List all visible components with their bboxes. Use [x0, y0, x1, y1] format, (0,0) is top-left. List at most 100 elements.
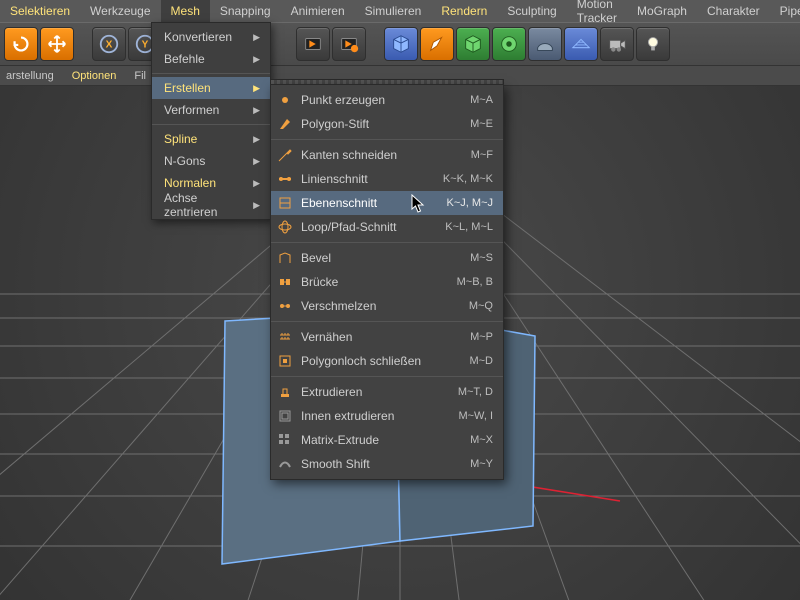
submenu-item-label: Loop/Pfad-Schnitt: [301, 220, 437, 234]
submenu-arrow-icon: ▶: [253, 54, 260, 65]
extrude-icon: [277, 384, 293, 400]
menu-snapping[interactable]: Snapping: [210, 0, 281, 22]
loopcut-icon: [277, 219, 293, 235]
submenu-arrow-icon: ▶: [253, 83, 260, 94]
shortcut-label: M~E: [470, 118, 493, 130]
submenu-arrow-icon: ▶: [253, 32, 260, 43]
menu-item-achse-zentrieren[interactable]: Achse zentrieren▶: [152, 194, 270, 216]
submenu-item-label: Bevel: [301, 251, 462, 265]
menu-charakter[interactable]: Charakter: [697, 0, 770, 22]
knife-icon: [277, 147, 293, 163]
submenu-item-label: Smooth Shift: [301, 457, 462, 471]
menu-separator: [271, 242, 503, 243]
matrix-icon: [277, 432, 293, 448]
menu-separator: [152, 73, 270, 74]
submenu-item-linienschnitt[interactable]: Linienschnitt K~K, M~K: [271, 167, 503, 191]
menu-item-n-gons[interactable]: N-Gons▶: [152, 150, 270, 172]
submenu-item-smooth-shift[interactable]: Smooth ShiftM~Y: [271, 452, 503, 476]
submenu-arrow-icon: ▶: [253, 105, 260, 116]
submenu-arrow-icon: ▶: [253, 200, 260, 211]
submenu-item-matrix-extrude[interactable]: Matrix-ExtrudeM~X: [271, 428, 503, 452]
environment-button[interactable]: [528, 27, 562, 61]
menu-animieren[interactable]: Animieren: [281, 0, 355, 22]
menu-item-label: Erstellen: [164, 81, 211, 95]
weld-icon: [277, 298, 293, 314]
submenu-item-loop-pfad-schnitt[interactable]: Loop/Pfad-Schnitt K~L, M~L: [271, 215, 503, 239]
floor-button[interactable]: [564, 27, 598, 61]
submenu-item-innen-extrudieren[interactable]: Innen extrudierenM~W, I: [271, 404, 503, 428]
light-button[interactable]: [636, 27, 670, 61]
submenu-item-polygonloch-schlie-en[interactable]: Polygonloch schließenM~D: [271, 349, 503, 373]
stitch-icon: [277, 329, 293, 345]
move-button[interactable]: [40, 27, 74, 61]
submenu-item-bevel[interactable]: Bevel M~S: [271, 246, 503, 270]
pen-tool-button[interactable]: [420, 27, 454, 61]
menu-mesh[interactable]: Mesh: [161, 0, 210, 22]
shortcut-label: M~X: [470, 434, 493, 446]
menu-motion tracker[interactable]: Motion Tracker: [567, 0, 627, 22]
shortcut-label: M~S: [470, 252, 493, 264]
menu-selektieren[interactable]: Selektieren: [0, 0, 80, 22]
menu-separator: [152, 124, 270, 125]
menu-item-label: N-Gons: [164, 154, 205, 168]
submenu-item-br-cke[interactable]: Brücke M~B, B: [271, 270, 503, 294]
shortcut-label: M~T, D: [458, 386, 493, 398]
menu-item-verformen[interactable]: Verformen▶: [152, 99, 270, 121]
menu-item-label: Normalen: [164, 176, 216, 190]
submenu-item-kanten-schneiden[interactable]: Kanten schneiden M~F: [271, 143, 503, 167]
shortcut-label: M~F: [471, 149, 493, 161]
optbar-optionen[interactable]: Optionen: [72, 70, 117, 82]
mesh-create-submenu: Punkt erzeugenM~A Polygon-Stift M~E Kanten …: [270, 84, 504, 480]
menu-item-befehle[interactable]: Befehle▶: [152, 48, 270, 70]
axis-x-button[interactable]: X: [92, 27, 126, 61]
render-settings-button[interactable]: [332, 27, 366, 61]
submenu-arrow-icon: ▶: [253, 134, 260, 145]
render-image-button[interactable]: [296, 27, 330, 61]
menu-pipe[interactable]: Pipe: [770, 0, 800, 22]
undo-button[interactable]: [4, 27, 38, 61]
shortcut-label: K~K, M~K: [443, 173, 493, 185]
menu-item-konvertieren[interactable]: Konvertieren ▶: [152, 26, 270, 48]
submenu-item-label: Verschmelzen: [301, 299, 461, 313]
shortcut-label: M~D: [469, 355, 493, 367]
submenu-item-punkt-erzeugen[interactable]: Punkt erzeugenM~A: [271, 88, 503, 112]
mesh-menu: Konvertieren▶Befehle▶Erstellen▶Verformen…: [151, 22, 271, 220]
inner-icon: [277, 408, 293, 424]
submenu-item-extrudieren[interactable]: ExtrudierenM~T, D: [271, 380, 503, 404]
submenu-item-label: Linienschnitt: [301, 172, 435, 186]
shortcut-label: M~P: [470, 331, 493, 343]
menu-item-label: Konvertieren: [164, 30, 232, 44]
closehole-icon: [277, 353, 293, 369]
menu-separator: [271, 376, 503, 377]
optbar-arstellung[interactable]: arstellung: [6, 70, 54, 82]
cube-primitive-button[interactable]: [384, 27, 418, 61]
camera-button[interactable]: [600, 27, 634, 61]
shortcut-label: K~L, M~L: [445, 221, 493, 233]
submenu-arrow-icon: ▶: [253, 178, 260, 189]
menu-item-spline[interactable]: Spline▶: [152, 128, 270, 150]
shortcut-label: K~J, M~J: [447, 197, 493, 209]
deformer-button[interactable]: [492, 27, 526, 61]
submenu-item-label: Kanten schneiden: [301, 148, 463, 162]
menu-sculpting[interactable]: Sculpting: [497, 0, 566, 22]
submenu-item-label: Brücke: [301, 275, 449, 289]
point-icon: [277, 92, 293, 108]
main-menubar: SelektierenWerkzeugeMeshSnappingAnimiere…: [0, 0, 800, 22]
menu-werkzeuge[interactable]: Werkzeuge: [80, 0, 160, 22]
submenu-item-vern-hen[interactable]: VernähenM~P: [271, 325, 503, 349]
submenu-item-label: Polygon-Stift: [301, 117, 462, 131]
svg-text:Y: Y: [142, 40, 149, 51]
generator-button[interactable]: [456, 27, 490, 61]
menu-simulieren[interactable]: Simulieren: [355, 0, 432, 22]
shortcut-label: M~B, B: [457, 276, 493, 288]
menu-item-label: Achse zentrieren: [164, 191, 253, 219]
smooth-icon: [277, 456, 293, 472]
submenu-item-verschmelzen[interactable]: Verschmelzen M~Q: [271, 294, 503, 318]
menu-rendern[interactable]: Rendern: [431, 0, 497, 22]
submenu-item-ebenenschnitt[interactable]: EbenenschnittK~J, M~J: [271, 191, 503, 215]
shortcut-label: M~Q: [469, 300, 493, 312]
menu-mograph[interactable]: MoGraph: [627, 0, 697, 22]
menu-item-erstellen[interactable]: Erstellen ▶: [152, 77, 270, 99]
submenu-item-polygon-stift[interactable]: Polygon-Stift M~E: [271, 112, 503, 136]
optbar-fil[interactable]: Fil: [134, 70, 146, 82]
